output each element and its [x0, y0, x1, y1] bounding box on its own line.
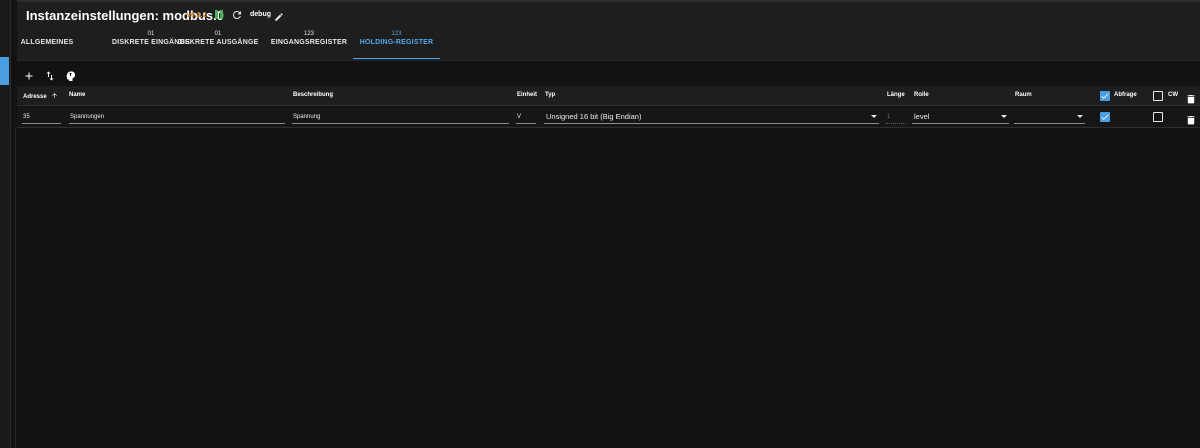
vertical-divider [15, 128, 16, 448]
left-gutter [0, 0, 11, 448]
type-select[interactable]: Unsigned 16 bit (Big Endian) [544, 110, 879, 124]
delete-all-icon[interactable] [1187, 91, 1195, 104]
column-header-length[interactable]: Länge [887, 92, 905, 98]
log-level: debug [250, 11, 271, 18]
add-icon[interactable] [23, 69, 35, 81]
sort-icon[interactable] [44, 69, 56, 81]
pause-icon[interactable] [215, 10, 223, 20]
tab-label: EINGANGSREGISTER [270, 39, 348, 46]
tab-eingangsregister[interactable]: 123 EINGANGSREGISTER [267, 30, 351, 60]
cw-checkbox[interactable] [1153, 112, 1163, 122]
sort-ascending-icon[interactable] [51, 92, 58, 101]
column-header-unit[interactable]: Einheit [517, 92, 537, 98]
table-row: 35 Spannungen Spannung V Unsigned 16 bit… [17, 107, 1200, 128]
room-select[interactable] [1014, 110, 1085, 124]
chevron-down-icon [871, 115, 877, 118]
edit-pencil-icon[interactable] [274, 9, 284, 21]
version-badge: v6.3.2 [187, 12, 207, 19]
table-toolbar [17, 65, 1200, 85]
column-header-name[interactable]: Name [69, 92, 85, 98]
tab-label: ALLGEMEINES [20, 39, 74, 46]
poll-all-checkbox[interactable] [1100, 91, 1110, 101]
reload-icon[interactable] [231, 8, 243, 20]
address-input[interactable]: 35 [22, 111, 61, 124]
cw-all-checkbox[interactable] [1153, 91, 1163, 101]
chevron-down-icon [1001, 115, 1007, 118]
column-header-role[interactable]: Rolle [914, 92, 929, 98]
tab-allgemeines[interactable]: ALLGEMEINES [17, 30, 77, 60]
table-header: Adresse Name Beschreibung Einheit Typ Lä… [17, 86, 1200, 106]
tab-label: DISKRETE AUSGÄNGE [177, 39, 259, 46]
name-input[interactable]: Spannungen [69, 111, 285, 124]
delete-row-icon[interactable] [1187, 112, 1195, 125]
column-header-cw: CW [1168, 92, 1178, 98]
column-header-description[interactable]: Beschreibung [293, 92, 333, 98]
left-accent-indicator [0, 57, 9, 85]
poll-checkbox[interactable] [1100, 112, 1110, 122]
tab-label: HOLDING-REGISTER [359, 39, 434, 46]
instance-header: Instanzeinstellungen: modbus.0 v6.3.2 de… [17, 0, 1200, 61]
column-header-type[interactable]: Typ [545, 92, 555, 98]
description-input[interactable]: Spannung [292, 111, 509, 124]
column-header-room[interactable]: Raum [1015, 92, 1032, 98]
tab-holding-register[interactable]: 123 HOLDING-REGISTER [353, 30, 440, 60]
chevron-down-icon [1077, 115, 1083, 118]
tab-diskrete-ausgaenge[interactable]: 01 DISKRETE AUSGÄNGE [174, 30, 262, 60]
unit-input[interactable]: V [516, 111, 536, 124]
role-select[interactable]: level [912, 110, 1009, 124]
import-icon[interactable] [64, 69, 76, 81]
column-header-address[interactable]: Adresse [23, 92, 58, 101]
length-input: 1 [886, 111, 906, 124]
column-header-poll: Abfrage [1114, 92, 1137, 98]
